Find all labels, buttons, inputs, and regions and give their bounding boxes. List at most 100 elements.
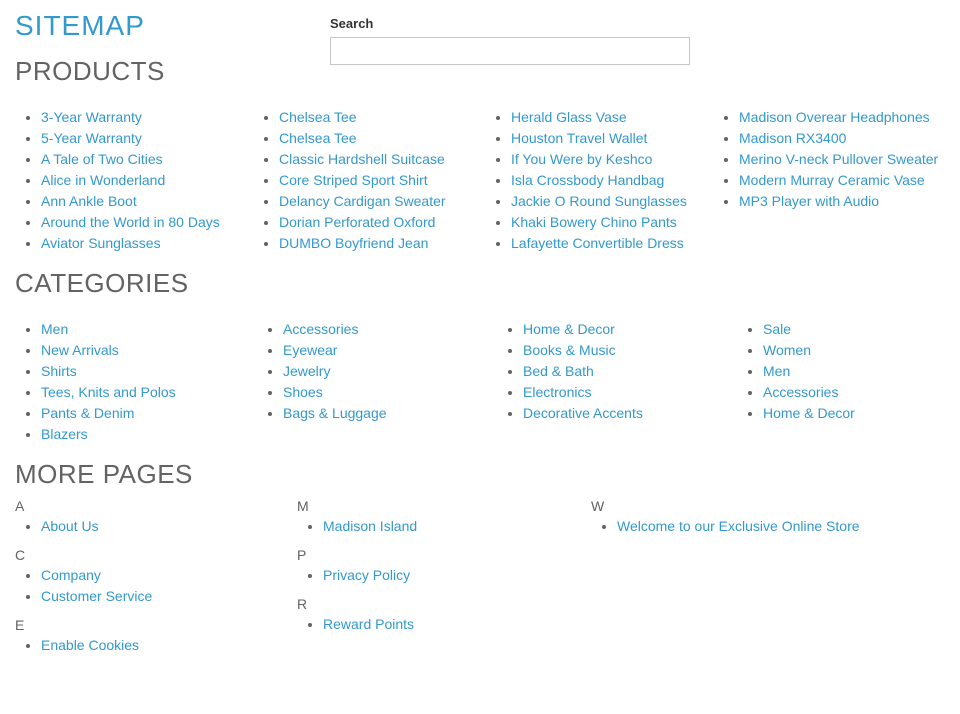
more-page-link[interactable]: Enable Cookies xyxy=(41,637,139,653)
list-item: Jewelry xyxy=(283,361,497,382)
categories-col-4: Sale Women Men Accessories Home & Decor xyxy=(737,319,960,445)
product-link[interactable]: Madison Overear Headphones xyxy=(739,109,930,125)
product-link[interactable]: Herald Glass Vase xyxy=(511,109,627,125)
list-item: Sale xyxy=(763,319,960,340)
product-link[interactable]: MP3 Player with Audio xyxy=(739,193,879,209)
more-page-link[interactable]: Welcome to our Exclusive Online Store xyxy=(617,518,860,534)
list-item: Delancy Cardigan Sweater xyxy=(279,191,485,212)
list-item: Home & Decor xyxy=(523,319,737,340)
products-col-4: Madison Overear Headphones Madison RX3400… xyxy=(713,107,951,254)
category-link[interactable]: Shoes xyxy=(283,384,323,400)
product-link[interactable]: Chelsea Tee xyxy=(279,109,357,125)
categories-columns: Men New Arrivals Shirts Tees, Knits and Pol… xyxy=(15,319,945,445)
list-item: Around the World in 80 Days xyxy=(41,212,253,233)
letter-heading: E xyxy=(15,617,297,633)
category-link[interactable]: Bags & Luggage xyxy=(283,405,387,421)
product-link[interactable]: Lafayette Convertible Dress xyxy=(511,235,684,251)
list-item: About Us xyxy=(41,516,297,537)
letter-heading: A xyxy=(15,498,297,514)
product-link[interactable]: Ann Ankle Boot xyxy=(41,193,137,209)
categories-col-2: Accessories Eyewear Jewelry Shoes Bags & Lug… xyxy=(257,319,497,445)
search-label: Search xyxy=(330,16,690,31)
list-item: Tees, Knits and Polos xyxy=(41,382,257,403)
category-link[interactable]: Electronics xyxy=(523,384,591,400)
product-link[interactable]: 5-Year Warranty xyxy=(41,130,142,146)
product-link[interactable]: If You Were by Keshco xyxy=(511,151,652,167)
list-item: Men xyxy=(41,319,257,340)
list-item: Madison Island xyxy=(323,516,591,537)
category-link[interactable]: Accessories xyxy=(763,384,838,400)
products-col-3: Herald Glass Vase Houston Travel Wallet If… xyxy=(485,107,713,254)
product-link[interactable]: Dorian Perforated Oxford xyxy=(279,214,435,230)
more-page-link[interactable]: Madison Island xyxy=(323,518,417,534)
list-item: Madison RX3400 xyxy=(739,128,951,149)
category-link[interactable]: Accessories xyxy=(283,321,358,337)
more-page-link[interactable]: Privacy Policy xyxy=(323,567,410,583)
list-item: Pants & Denim xyxy=(41,403,257,424)
category-link[interactable]: Men xyxy=(763,363,790,379)
list-item: DUMBO Boyfriend Jean xyxy=(279,233,485,254)
product-link[interactable]: Delancy Cardigan Sweater xyxy=(279,193,446,209)
category-link[interactable]: Home & Decor xyxy=(523,321,615,337)
category-link[interactable]: Eyewear xyxy=(283,342,337,358)
list-item: Lafayette Convertible Dress xyxy=(511,233,713,254)
category-link[interactable]: Sale xyxy=(763,321,791,337)
list-item: Accessories xyxy=(763,382,960,403)
category-link[interactable]: Home & Decor xyxy=(763,405,855,421)
list-item: Electronics xyxy=(523,382,737,403)
list-item: Bed & Bath xyxy=(523,361,737,382)
category-link[interactable]: New Arrivals xyxy=(41,342,119,358)
product-link[interactable]: Core Striped Sport Shirt xyxy=(279,172,428,188)
list-item: Core Striped Sport Shirt xyxy=(279,170,485,191)
product-link[interactable]: Around the World in 80 Days xyxy=(41,214,220,230)
list-item: Classic Hardshell Suitcase xyxy=(279,149,485,170)
list-item: Dorian Perforated Oxford xyxy=(279,212,485,233)
product-link[interactable]: 3-Year Warranty xyxy=(41,109,142,125)
product-link[interactable]: Madison RX3400 xyxy=(739,130,846,146)
product-link[interactable]: Chelsea Tee xyxy=(279,130,357,146)
product-link[interactable]: Alice in Wonderland xyxy=(41,172,165,188)
product-link[interactable]: DUMBO Boyfriend Jean xyxy=(279,235,428,251)
category-link[interactable]: Pants & Denim xyxy=(41,405,134,421)
more-pages-col-3: W Welcome to our Exclusive Online Store xyxy=(591,494,960,666)
list-item: Enable Cookies xyxy=(41,635,297,656)
list-item: Isla Crossbody Handbag xyxy=(511,170,713,191)
category-link[interactable]: Books & Music xyxy=(523,342,616,358)
list-item: Modern Murray Ceramic Vase xyxy=(739,170,951,191)
product-link[interactable]: Khaki Bowery Chino Pants xyxy=(511,214,677,230)
more-page-link[interactable]: Customer Service xyxy=(41,588,152,604)
more-page-link[interactable]: Company xyxy=(41,567,101,583)
letter-heading: W xyxy=(591,498,960,514)
categories-heading: CATEGORIES xyxy=(15,268,945,299)
product-link[interactable]: Classic Hardshell Suitcase xyxy=(279,151,445,167)
product-link[interactable]: Modern Murray Ceramic Vase xyxy=(739,172,925,188)
list-item: Chelsea Tee xyxy=(279,107,485,128)
more-pages-col-1: AAbout UsCCompanyCustomer ServiceEEnable… xyxy=(15,494,297,666)
category-link[interactable]: Shirts xyxy=(41,363,77,379)
category-link[interactable]: Decorative Accents xyxy=(523,405,643,421)
list-item: Ann Ankle Boot xyxy=(41,191,253,212)
category-link[interactable]: Blazers xyxy=(41,426,88,442)
products-col-2: Chelsea Tee Chelsea Tee Classic Hardshell … xyxy=(253,107,485,254)
product-link[interactable]: Merino V-neck Pullover Sweater xyxy=(739,151,938,167)
product-link[interactable]: Isla Crossbody Handbag xyxy=(511,172,664,188)
more-page-link[interactable]: Reward Points xyxy=(323,616,414,632)
list-item: Shoes xyxy=(283,382,497,403)
product-link[interactable]: Jackie O Round Sunglasses xyxy=(511,193,687,209)
list-item: Houston Travel Wallet xyxy=(511,128,713,149)
search-input[interactable] xyxy=(330,37,690,65)
list-item: 5-Year Warranty xyxy=(41,128,253,149)
category-link[interactable]: Women xyxy=(763,342,811,358)
product-link[interactable]: A Tale of Two Cities xyxy=(41,151,163,167)
category-link[interactable]: Jewelry xyxy=(283,363,330,379)
list-item: Shirts xyxy=(41,361,257,382)
category-link[interactable]: Bed & Bath xyxy=(523,363,594,379)
category-link[interactable]: Tees, Knits and Polos xyxy=(41,384,176,400)
product-link[interactable]: Houston Travel Wallet xyxy=(511,130,647,146)
list-item: Herald Glass Vase xyxy=(511,107,713,128)
list-item: New Arrivals xyxy=(41,340,257,361)
list-item: Chelsea Tee xyxy=(279,128,485,149)
more-page-link[interactable]: About Us xyxy=(41,518,99,534)
category-link[interactable]: Men xyxy=(41,321,68,337)
product-link[interactable]: Aviator Sunglasses xyxy=(41,235,161,251)
